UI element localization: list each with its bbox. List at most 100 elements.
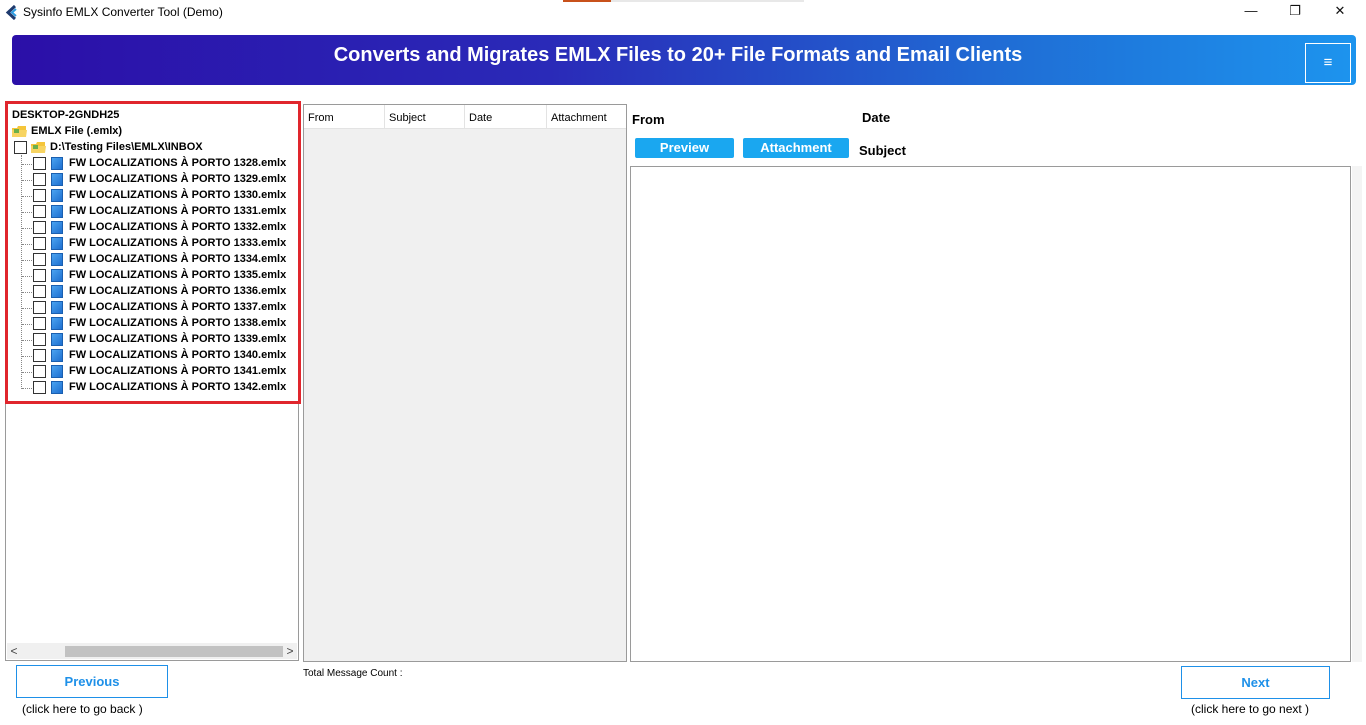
tree-file-item[interactable]: FW LOCALIZATIONS À PORTO 1336.emlx <box>69 285 286 297</box>
tree-category-label[interactable]: EMLX File (.emlx) <box>31 125 122 137</box>
preview-button[interactable]: Preview <box>635 138 734 158</box>
menu-button[interactable]: ≡ <box>1305 43 1351 83</box>
tree-file-item[interactable]: FW LOCALIZATIONS À PORTO 1342.emlx <box>69 381 286 393</box>
email-file-icon <box>51 333 63 346</box>
scrollbar-thumb[interactable] <box>65 646 283 657</box>
vertical-scrollbar[interactable] <box>1352 166 1362 662</box>
tree-file-item[interactable]: FW LOCALIZATIONS À PORTO 1332.emlx <box>69 221 286 233</box>
minimize-button[interactable]: — <box>1228 0 1274 24</box>
column-date[interactable]: Date <box>465 105 547 129</box>
file-checkbox[interactable] <box>33 285 46 298</box>
email-file-icon <box>51 237 63 250</box>
file-checkbox[interactable] <box>33 189 46 202</box>
column-attachment[interactable]: Attachment <box>547 105 626 129</box>
tree-connector <box>22 308 32 309</box>
file-checkbox[interactable] <box>33 205 46 218</box>
tree-root-label[interactable]: DESKTOP-2GNDH25 <box>12 109 119 121</box>
tree-connector <box>22 212 32 213</box>
column-from[interactable]: From <box>304 105 385 129</box>
tree-connector <box>22 388 32 389</box>
hamburger-icon: ≡ <box>1323 54 1333 71</box>
message-list-header: From Subject Date Attachment <box>304 105 626 129</box>
email-file-icon <box>51 269 63 282</box>
email-file-icon <box>51 221 63 234</box>
tree-file-item[interactable]: FW LOCALIZATIONS À PORTO 1330.emlx <box>69 189 286 201</box>
tree-connector <box>22 276 32 277</box>
email-file-icon <box>51 205 63 218</box>
email-file-icon <box>51 189 63 202</box>
file-checkbox[interactable] <box>33 269 46 282</box>
total-message-count: Total Message Count : <box>303 668 403 679</box>
file-checkbox[interactable] <box>33 349 46 362</box>
tree-connector <box>22 356 32 357</box>
folder-icon <box>12 126 27 137</box>
attachment-button[interactable]: Attachment <box>743 138 849 158</box>
scroll-left-icon[interactable]: < <box>7 643 21 659</box>
file-checkbox[interactable] <box>33 221 46 234</box>
tree-file-item[interactable]: FW LOCALIZATIONS À PORTO 1329.emlx <box>69 173 286 185</box>
window-title: Sysinfo EMLX Converter Tool (Demo) <box>23 5 223 19</box>
tree-connector <box>22 340 32 341</box>
file-checkbox[interactable] <box>33 381 46 394</box>
tree-connector <box>22 196 32 197</box>
tree-file-item[interactable]: FW LOCALIZATIONS À PORTO 1339.emlx <box>69 333 286 345</box>
banner-headline: Converts and Migrates EMLX Files to 20+ … <box>333 44 1023 66</box>
email-file-icon <box>51 285 63 298</box>
app-logo-icon <box>5 5 17 20</box>
file-checkbox[interactable] <box>33 173 46 186</box>
email-file-icon <box>51 349 63 362</box>
file-checkbox[interactable] <box>33 253 46 266</box>
previous-hint: (click here to go back ) <box>22 702 143 716</box>
horizontal-scrollbar[interactable]: < > <box>7 643 297 659</box>
tree-file-item[interactable]: FW LOCALIZATIONS À PORTO 1341.emlx <box>69 365 286 377</box>
next-hint: (click here to go next ) <box>1191 702 1310 716</box>
tree-connector <box>22 244 32 245</box>
next-button[interactable]: Next <box>1181 666 1330 699</box>
folder-checkbox[interactable] <box>14 141 27 154</box>
tree-file-item[interactable]: FW LOCALIZATIONS À PORTO 1331.emlx <box>69 205 286 217</box>
folder-icon <box>31 142 46 153</box>
column-subject[interactable]: Subject <box>385 105 465 129</box>
tree-file-item[interactable]: FW LOCALIZATIONS À PORTO 1328.emlx <box>69 157 286 169</box>
title-bar: Sysinfo EMLX Converter Tool (Demo) — ❐ ✕ <box>0 0 1366 26</box>
from-label: From <box>632 112 665 127</box>
email-file-icon <box>51 381 63 394</box>
scroll-right-icon[interactable]: > <box>283 643 297 659</box>
close-button[interactable]: ✕ <box>1317 0 1363 24</box>
tree-folder-label[interactable]: D:\Testing Files\EMLX\INBOX <box>50 141 203 153</box>
file-checkbox[interactable] <box>33 301 46 314</box>
email-file-icon <box>51 157 63 170</box>
header-banner: Converts and Migrates EMLX Files to 20+ … <box>12 35 1356 85</box>
tree-file-item[interactable]: FW LOCALIZATIONS À PORTO 1334.emlx <box>69 253 286 265</box>
tree-connector <box>22 228 32 229</box>
file-checkbox[interactable] <box>33 333 46 346</box>
tree-connector <box>22 324 32 325</box>
file-checkbox[interactable] <box>33 365 46 378</box>
file-checkbox[interactable] <box>33 157 46 170</box>
subject-label: Subject <box>859 143 906 158</box>
title-accent-bar-light <box>611 0 804 2</box>
folder-tree-panel: DESKTOP-2GNDH25 EMLX File (.emlx) D:\Tes… <box>5 101 299 661</box>
file-checkbox[interactable] <box>33 237 46 250</box>
date-label: Date <box>862 110 891 125</box>
tree-connector <box>22 180 32 181</box>
tree-file-item[interactable]: FW LOCALIZATIONS À PORTO 1335.emlx <box>69 269 286 281</box>
tree-connector <box>22 164 32 165</box>
email-file-icon <box>51 317 63 330</box>
tree-file-item[interactable]: FW LOCALIZATIONS À PORTO 1340.emlx <box>69 349 286 361</box>
email-file-icon <box>51 173 63 186</box>
restore-button[interactable]: ❐ <box>1272 0 1318 24</box>
tree-connector <box>22 372 32 373</box>
message-preview-area[interactable] <box>630 166 1351 662</box>
message-list-panel: From Subject Date Attachment <box>303 104 627 662</box>
email-file-icon <box>51 253 63 266</box>
tree-file-item[interactable]: FW LOCALIZATIONS À PORTO 1337.emlx <box>69 301 286 313</box>
file-checkbox[interactable] <box>33 317 46 330</box>
title-accent-bar <box>563 0 611 2</box>
email-file-icon <box>51 301 63 314</box>
tree-connector <box>21 155 22 389</box>
tree-file-item[interactable]: FW LOCALIZATIONS À PORTO 1333.emlx <box>69 237 286 249</box>
email-file-icon <box>51 365 63 378</box>
tree-file-item[interactable]: FW LOCALIZATIONS À PORTO 1338.emlx <box>69 317 286 329</box>
previous-button[interactable]: Previous <box>16 665 168 698</box>
